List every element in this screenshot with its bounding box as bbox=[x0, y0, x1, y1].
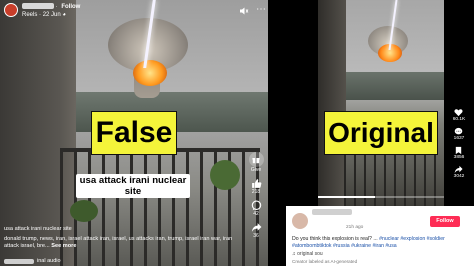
like-button[interactable]: 218 bbox=[251, 178, 262, 195]
post-tags: donald trump, news, iran, israel attack … bbox=[4, 236, 233, 249]
building-wall bbox=[318, 0, 346, 206]
post-description: Do you think this explosion is real? ...… bbox=[292, 236, 468, 249]
creator-row: 21h ago Follow bbox=[292, 209, 468, 233]
tiktok-panel: Original 60.1K 1637 3856 3042 21h ago Fo… bbox=[286, 0, 474, 266]
bookmark-button[interactable]: 3856 bbox=[453, 146, 465, 161]
explosion-fireball bbox=[133, 60, 167, 86]
give-label: Give bbox=[250, 167, 262, 173]
reel-action-rail: Give 218 42 36 bbox=[248, 152, 264, 244]
comment-button[interactable]: 1637 bbox=[453, 127, 465, 142]
panel-divider bbox=[268, 0, 286, 266]
bookmark-icon bbox=[456, 146, 462, 155]
post-date: 22 Jun bbox=[42, 12, 61, 18]
potted-plant bbox=[210, 160, 240, 190]
blurred-username[interactable] bbox=[22, 3, 54, 10]
sound-row[interactable]: ♫ original sou bbox=[292, 251, 468, 257]
bookmark-count: 3856 bbox=[453, 155, 465, 160]
creator-meta: 21h ago bbox=[312, 209, 363, 233]
tiktok-post-info: 21h ago Follow Do you think this explosi… bbox=[286, 206, 474, 266]
post-description: usa attack irani nuclear site donald tru… bbox=[4, 226, 240, 250]
false-label: False bbox=[91, 111, 177, 155]
share-count: 36 bbox=[253, 233, 259, 239]
avatar[interactable] bbox=[292, 213, 308, 229]
share-icon bbox=[455, 165, 464, 174]
ai-generated-note: Creator labeled as AI-generated bbox=[292, 259, 358, 265]
comment-count: 42 bbox=[253, 211, 259, 217]
audio-label: inal audio bbox=[37, 258, 61, 264]
avatar[interactable] bbox=[4, 3, 18, 17]
see-more-link[interactable]: See more bbox=[51, 243, 76, 249]
reel-meta: · Follow Reels · 22 Jun ◕ bbox=[22, 3, 81, 18]
more-options-icon[interactable]: ⋯ bbox=[256, 5, 266, 15]
reels-label: Reels bbox=[22, 12, 38, 18]
comparison-screenshot: · Follow Reels · 22 Jun ◕ ⋯ False usa at… bbox=[0, 0, 474, 266]
like-count: 218 bbox=[251, 189, 261, 195]
description-text: Do you think this explosion is real? ... bbox=[292, 236, 380, 242]
tiktok-video[interactable]: Original 60.1K 1637 3856 3042 bbox=[286, 0, 474, 206]
post-title: usa attack irani nuclear site bbox=[4, 226, 72, 232]
tiktok-action-rail: 60.1K 1637 3856 3042 bbox=[444, 108, 474, 184]
heart-icon bbox=[454, 109, 464, 117]
comment-icon bbox=[455, 127, 463, 135]
follow-link[interactable]: Follow bbox=[61, 4, 80, 10]
mute-icon[interactable] bbox=[239, 6, 249, 16]
give-button[interactable]: Give bbox=[248, 152, 264, 173]
share-button[interactable]: 3042 bbox=[453, 165, 465, 180]
gift-icon bbox=[248, 152, 264, 167]
globe-icon: ◕ bbox=[62, 12, 66, 18]
video-frame bbox=[318, 0, 444, 206]
video-progress-bar[interactable] bbox=[318, 196, 444, 198]
like-button[interactable]: 60.1K bbox=[452, 108, 466, 123]
comment-icon bbox=[251, 200, 261, 211]
follow-button[interactable]: Follow bbox=[430, 215, 460, 227]
audio-row[interactable]: inal audio bbox=[4, 258, 61, 264]
original-label: Original bbox=[324, 111, 438, 155]
potted-plant bbox=[70, 200, 98, 222]
share-icon bbox=[251, 223, 261, 232]
blurred-audio-owner bbox=[4, 258, 34, 264]
comment-count: 1637 bbox=[453, 136, 465, 141]
facebook-reel-panel: · Follow Reels · 22 Jun ◕ ⋯ False usa at… bbox=[0, 0, 268, 266]
share-count: 3042 bbox=[453, 174, 465, 179]
blurred-username[interactable] bbox=[312, 209, 352, 215]
video-caption: usa attack irani nuclear site bbox=[76, 174, 190, 198]
video-progress-fill bbox=[318, 196, 375, 198]
comment-button[interactable]: 42 bbox=[251, 200, 262, 217]
post-time: 21h ago bbox=[346, 225, 364, 230]
sound-label: original sou bbox=[297, 251, 323, 258]
reel-header: · Follow Reels · 22 Jun ◕ bbox=[4, 3, 80, 19]
like-icon bbox=[251, 179, 261, 188]
city-skyline bbox=[344, 72, 444, 100]
like-count: 60.1K bbox=[452, 117, 466, 122]
share-button[interactable]: 36 bbox=[251, 222, 262, 239]
